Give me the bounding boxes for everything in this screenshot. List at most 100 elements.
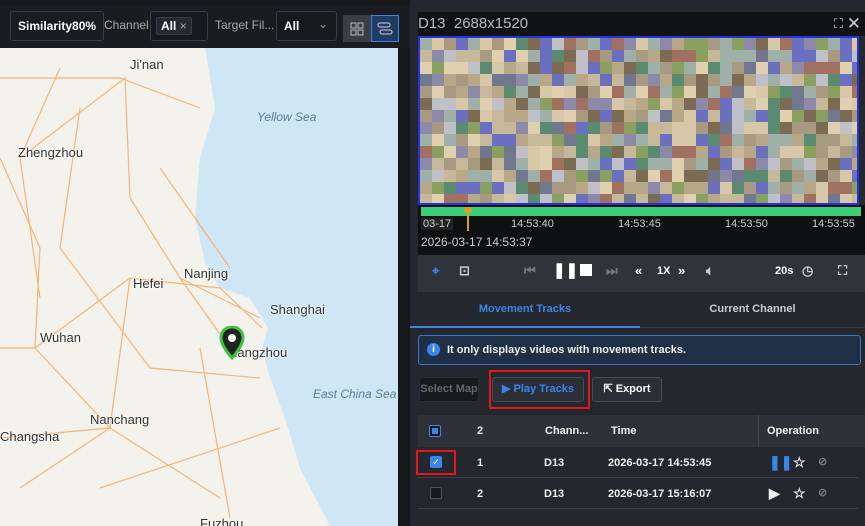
location-pin-icon[interactable] <box>219 326 245 360</box>
video-mosaic-cell <box>516 38 528 50</box>
volume-icon[interactable]: 🔈︎ <box>706 263 714 279</box>
video-mosaic-cell <box>660 146 672 158</box>
grid-view-button[interactable] <box>343 15 371 42</box>
clock-icon[interactable]: ◷ <box>802 263 813 279</box>
video-mosaic-cell <box>660 98 672 110</box>
channel-header[interactable]: Chann... <box>545 425 588 437</box>
video-mosaic-cell <box>540 134 552 146</box>
next-icon[interactable]: ⏭ <box>606 263 618 279</box>
snapshot-icon[interactable]: ⊡ <box>459 263 470 279</box>
play-tracks-label: Play Tracks <box>513 383 575 395</box>
video-mosaic-cell <box>612 38 624 50</box>
video-mosaic-cell <box>696 122 708 134</box>
video-mosaic-cell <box>756 158 768 170</box>
video-mosaic-cell <box>528 146 540 158</box>
video-mosaic-cell <box>708 86 720 98</box>
tab-current-channel[interactable]: Current Channel <box>640 292 865 328</box>
video-mosaic-cell <box>696 146 708 158</box>
video-mosaic-cell <box>816 98 828 110</box>
video-mosaic-cell <box>636 146 648 158</box>
hide-icon[interactable]: ⊘ <box>818 486 827 499</box>
video-mosaic-cell <box>432 50 444 62</box>
video-mosaic-cell <box>492 98 504 110</box>
video-mosaic-cell <box>480 110 492 122</box>
timeline[interactable]: 03-17 14:53:40 14:53:45 14:53:50 14:53:5… <box>418 205 865 255</box>
stop-icon[interactable] <box>580 264 592 276</box>
video-mosaic-cell <box>480 170 492 182</box>
play-icon[interactable]: ▶ <box>769 485 780 502</box>
video-mosaic-cell <box>648 74 660 86</box>
video-mosaic-cell <box>684 86 696 98</box>
video-mosaic-cell <box>852 122 857 134</box>
timeline-progress[interactable] <box>421 207 861 216</box>
video-mosaic-cell <box>516 50 528 62</box>
video-mosaic-cell <box>516 182 528 194</box>
video-mosaic-cell <box>420 170 432 182</box>
video-mosaic-cell <box>504 110 516 122</box>
video-mosaic-cell <box>432 110 444 122</box>
video-mosaic-cell <box>804 86 816 98</box>
video-mosaic-cell <box>468 122 480 134</box>
table-row[interactable]: 2 D13 2026-03-17 15:16:07 ▶ ☆ ⊘ <box>418 478 858 509</box>
select-map-button[interactable]: Select Map <box>419 377 479 402</box>
track-view-button[interactable] <box>371 15 399 42</box>
video-mosaic-cell <box>540 110 552 122</box>
video-mosaic-cell <box>552 50 564 62</box>
video-mosaic-cell <box>576 98 588 110</box>
video-mosaic-cell <box>432 134 444 146</box>
hide-icon[interactable]: ⊘ <box>818 455 827 468</box>
time-header[interactable]: Time <box>611 425 636 437</box>
video-mosaic-cell <box>780 122 792 134</box>
row-checkbox[interactable] <box>430 487 442 499</box>
video-mosaic-cell <box>768 62 780 74</box>
snapshot-icon[interactable]: ⛶ <box>834 12 843 36</box>
export-button[interactable]: ⇱ Export <box>592 377 662 402</box>
fullscreen-icon[interactable]: ⛶ <box>838 263 847 279</box>
video-mosaic-cell <box>672 38 684 50</box>
video-mosaic-cell <box>684 98 696 110</box>
select-all-checkbox[interactable] <box>429 425 441 437</box>
export-icon: ⇱ <box>603 383 613 395</box>
video-mosaic-cell <box>804 74 816 86</box>
pause-icon[interactable]: ❚❚ <box>769 454 792 471</box>
video-mosaic-cell <box>624 170 636 182</box>
close-icon[interactable]: ✕ <box>847 12 861 36</box>
map-view[interactable]: Ji'nan Zhengzhou Hefei Nanjing Shanghai … <box>0 48 398 526</box>
video-mosaic-cell <box>792 134 804 146</box>
video-mosaic-cell <box>660 170 672 182</box>
video-mosaic-cell <box>528 74 540 86</box>
video-mosaic-cell <box>456 134 468 146</box>
tab-movement-tracks[interactable]: Movement Tracks <box>410 292 640 328</box>
video-mosaic-cell <box>708 134 720 146</box>
target-filter-select[interactable]: All ⌄ <box>276 11 337 41</box>
video-mosaic-cell <box>816 110 828 122</box>
video-mosaic-cell <box>528 98 540 110</box>
video-mosaic-cell <box>636 158 648 170</box>
date-tag: 03-17 <box>421 218 454 230</box>
close-icon[interactable]: × <box>180 19 187 33</box>
video-mosaic-cell <box>648 50 660 62</box>
previous-icon[interactable]: ⏮ <box>524 263 536 279</box>
video-mosaic-cell <box>768 122 780 134</box>
play-tracks-button[interactable]: ▶ Play Tracks <box>492 377 584 402</box>
video-mosaic-cell <box>636 110 648 122</box>
star-icon[interactable]: ☆ <box>793 454 806 471</box>
video-mosaic-cell <box>432 122 444 134</box>
channel-select[interactable]: All × <box>150 11 208 41</box>
speed-up-icon[interactable]: » <box>678 263 685 278</box>
video-mosaic-cell <box>480 182 492 194</box>
video-frame[interactable] <box>418 36 859 205</box>
star-icon[interactable]: ☆ <box>793 485 806 502</box>
slow-down-icon[interactable]: « <box>635 263 642 278</box>
pause-icon[interactable]: ❚❚ <box>553 261 578 279</box>
similarity-button[interactable]: Similarity80% <box>10 11 105 41</box>
video-mosaic-cell <box>768 194 780 203</box>
filter-toolbar: Similarity80% Channel All × Target Fil..… <box>0 0 410 48</box>
video-mosaic-cell <box>816 134 828 146</box>
video-mosaic-cell <box>660 110 672 122</box>
playhead-handle[interactable] <box>464 207 472 213</box>
track-icon[interactable]: ⌖ <box>432 263 439 279</box>
video-mosaic-cell <box>648 122 660 134</box>
table-row[interactable]: ✓ 1 D13 2026-03-17 14:53:45 ❚❚ ☆ ⊘ <box>418 447 858 478</box>
video-mosaic-cell <box>684 170 696 182</box>
